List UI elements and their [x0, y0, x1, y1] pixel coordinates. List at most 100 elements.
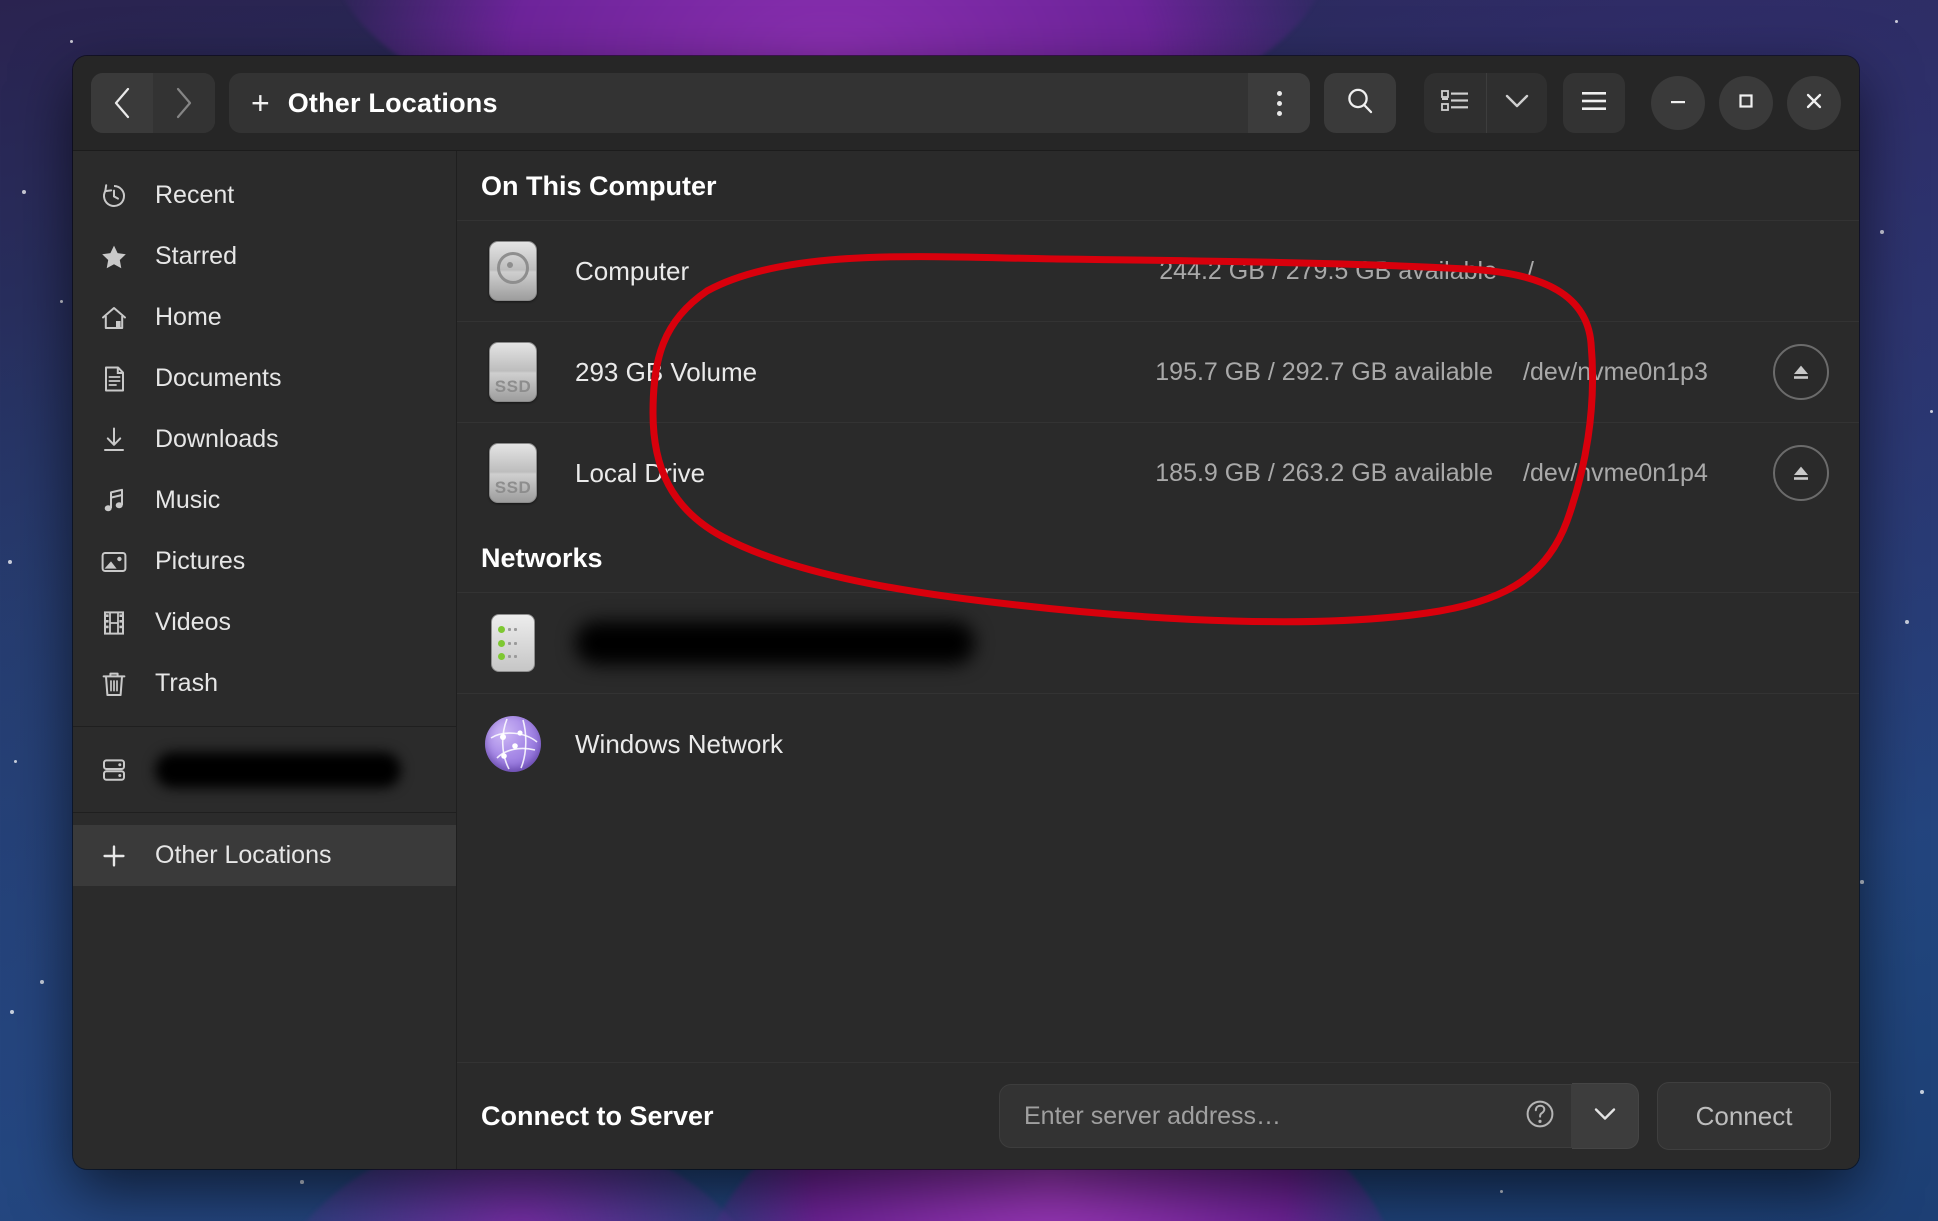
clock-icon [99, 181, 129, 211]
file-manager-window: + Other Locations Recent Starred Home Do… [73, 56, 1859, 1169]
minimize-button[interactable] [1651, 76, 1705, 130]
sidebar-item-label: Pictures [155, 547, 246, 575]
ssd-icon: SSD [489, 342, 537, 402]
path-label: Other Locations [287, 87, 498, 118]
location-name: Local Drive [575, 457, 706, 488]
sidebar-item-home[interactable]: Home [73, 287, 456, 348]
server-address-field[interactable] [999, 1084, 1572, 1148]
list-view-button[interactable] [1424, 73, 1487, 133]
connect-to-server-label: Connect to Server [481, 1100, 714, 1131]
document-icon [99, 364, 129, 394]
server-address-dropdown-button[interactable] [1572, 1083, 1639, 1149]
sidebar-item-redacted[interactable] [73, 739, 456, 800]
sidebar: Recent Starred Home Documents Downloads M… [73, 151, 457, 1169]
sidebar-item-label: Videos [155, 608, 231, 636]
location-row[interactable]: Windows Network [457, 693, 1859, 794]
location-icon [481, 614, 545, 672]
path-button-other-locations[interactable]: + Other Locations [229, 73, 1248, 133]
path-menu-button[interactable] [1248, 73, 1310, 133]
star [1895, 20, 1899, 24]
section-title: On This Computer [481, 171, 717, 201]
view-options-button[interactable] [1487, 73, 1547, 133]
sidebar-item-videos[interactable]: Videos [73, 592, 456, 653]
window-body: Recent Starred Home Documents Downloads M… [73, 151, 1859, 1169]
sidebar-item-label: Starred [155, 242, 237, 270]
sidebar-item-music[interactable]: Music [73, 470, 456, 531]
search-button[interactable] [1324, 73, 1396, 133]
search-icon [1344, 85, 1376, 122]
location-size: 185.9 GB / 263.2 GB available [1155, 458, 1493, 487]
location-name: Windows Network [575, 728, 784, 759]
maximize-icon [1734, 89, 1758, 118]
section-title: Networks [481, 543, 603, 573]
server-address-group [999, 1083, 1639, 1149]
connect-button[interactable]: Connect [1657, 1082, 1831, 1150]
star [14, 760, 18, 764]
sidebar-item-label: Downloads [155, 425, 279, 453]
location-name: 293 GB Volume [575, 356, 758, 387]
location-size: 195.7 GB / 292.7 GB available [1155, 357, 1493, 386]
plus-icon: + [251, 85, 270, 121]
back-button[interactable] [91, 73, 153, 133]
sidebar-item-label: Music [155, 486, 221, 514]
star [1880, 230, 1884, 234]
music-note-icon [99, 486, 129, 516]
star [1920, 1090, 1924, 1094]
eject-button[interactable] [1773, 445, 1829, 501]
sidebar-item-label: Trash [155, 669, 218, 697]
sidebar-item-recent[interactable]: Recent [73, 165, 456, 226]
star [1860, 880, 1864, 884]
chevron-left-icon [111, 86, 133, 120]
location-row[interactable] [457, 592, 1859, 693]
eject-button[interactable] [1773, 344, 1829, 400]
main-menu-button[interactable] [1563, 73, 1625, 133]
star [10, 1010, 14, 1014]
maximize-button[interactable] [1719, 76, 1773, 130]
star [70, 40, 74, 44]
sidebar-item-label: Home [155, 303, 222, 331]
sidebar-item-list: Recent Starred Home Documents Downloads M… [73, 165, 456, 714]
header-right-controls [1424, 73, 1841, 133]
sidebar-item-label: Recent [155, 181, 235, 209]
server-icon [99, 755, 129, 785]
sidebar-item-downloads[interactable]: Downloads [73, 409, 456, 470]
star [40, 980, 44, 984]
chevron-down-icon [1503, 92, 1531, 115]
sidebar-item-other-locations[interactable]: Other Locations [73, 825, 456, 886]
server-icon [491, 614, 535, 672]
sidebar-item-documents[interactable]: Documents [73, 348, 456, 409]
close-button[interactable] [1787, 76, 1841, 130]
location-row[interactable]: Computer 244.2 GB / 279.5 GB available / [457, 220, 1859, 321]
minimize-icon [1666, 89, 1690, 118]
sidebar-item-label: Documents [155, 364, 282, 392]
location-row[interactable]: SSD 293 GB Volume 195.7 GB / 292.7 GB avai… [457, 321, 1859, 422]
list-view-icon [1440, 88, 1470, 119]
locations-list: On This Computer Computer 244.2 GB / 279.5… [457, 151, 1859, 1062]
sidebar-item-starred[interactable]: Starred [73, 226, 456, 287]
window-controls [1651, 76, 1841, 130]
view-mode-group [1424, 73, 1547, 133]
star [1500, 1190, 1504, 1194]
location-device: / [1527, 256, 1534, 285]
server-address-input[interactable] [1022, 1100, 1523, 1132]
location-row[interactable]: SSD Local Drive 185.9 GB / 263.2 GB availa… [457, 422, 1859, 523]
star [8, 560, 12, 564]
hamburger-menu-icon [1579, 89, 1609, 118]
star [1930, 410, 1934, 414]
sidebar-item-pictures[interactable]: Pictures [73, 531, 456, 592]
path-bar: + Other Locations [229, 73, 1310, 133]
kebab-menu-icon [1276, 90, 1282, 116]
star [1905, 620, 1909, 624]
sidebar-item-trash[interactable]: Trash [73, 653, 456, 714]
location-name: Computer [575, 255, 690, 286]
sidebar-item-label: Other Locations [155, 841, 332, 869]
location-icon: SSD [481, 443, 545, 503]
ssd-icon: SSD [489, 443, 537, 503]
location-icon [481, 241, 545, 301]
sidebar-divider [73, 726, 456, 727]
location-icon [481, 716, 545, 772]
header-bar: + Other Locations [73, 56, 1859, 151]
home-icon [99, 303, 129, 333]
question-mark-icon[interactable] [1523, 1097, 1557, 1136]
forward-button[interactable] [153, 73, 215, 133]
